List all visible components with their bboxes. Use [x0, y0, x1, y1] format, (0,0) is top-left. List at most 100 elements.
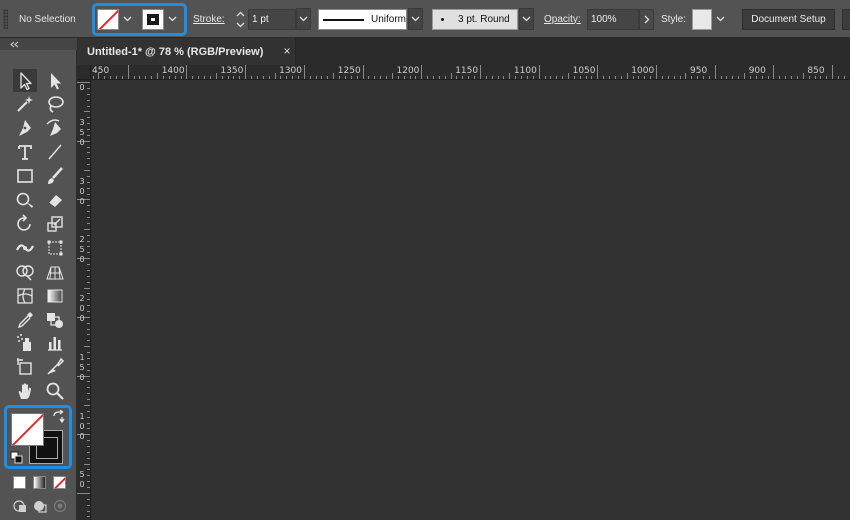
rotate-tool[interactable]: [13, 212, 37, 235]
ruler-tick: [87, 175, 90, 177]
curvature-icon: [46, 119, 61, 137]
preferences-button[interactable]: [842, 9, 850, 30]
shape-builder-tool[interactable]: [13, 260, 37, 283]
ruler-tick: [251, 76, 252, 79]
ruler-tick: [87, 440, 90, 442]
magic-wand-tool[interactable]: [13, 93, 37, 116]
draw-normal-icon[interactable]: [12, 498, 28, 514]
direct-selection-icon: [51, 72, 61, 89]
rectangle-tool[interactable]: [13, 165, 37, 188]
none-mode-icon[interactable]: [53, 476, 66, 489]
symbol-sprayer-tool[interactable]: [13, 332, 37, 355]
pen-tool[interactable]: [13, 117, 37, 140]
horizontal-ruler[interactable]: 450 1400 1350 1300 1250 1200 1150 1100 1050 1000 9…: [91, 65, 850, 80]
direct-selection-tool[interactable]: [43, 69, 67, 92]
eyedropper-icon: [17, 311, 33, 328]
stroke-label[interactable]: Stroke:: [193, 0, 225, 38]
artboard-tool[interactable]: [13, 356, 37, 379]
gradient-mode-icon[interactable]: [33, 476, 46, 489]
stroke-weight-field[interactable]: 1 pt: [248, 9, 296, 30]
chevron-up-icon[interactable]: [236, 11, 245, 17]
variable-width-profile[interactable]: Uniform: [318, 9, 407, 30]
ruler-tick: [87, 305, 90, 307]
opacity-label[interactable]: Opacity:: [544, 0, 581, 38]
scale-tool[interactable]: [43, 212, 67, 235]
brush-definition[interactable]: 3 pt. Round: [432, 9, 518, 30]
type-tool[interactable]: [13, 141, 37, 164]
shaper-tool[interactable]: [13, 189, 37, 212]
ruler-tick: [638, 76, 640, 79]
chevron-down-icon[interactable]: [236, 22, 245, 28]
ruler-tick: [550, 76, 552, 79]
gradient-tool[interactable]: [43, 284, 67, 307]
ruler-tick: [87, 487, 90, 488]
stroke-swatch[interactable]: [142, 9, 164, 30]
ruler-tick: [186, 65, 188, 79]
document-setup-button[interactable]: Document Setup: [742, 9, 835, 30]
ruler-tick: [87, 234, 90, 236]
stroke-weight-dropdown[interactable]: [296, 8, 311, 30]
hand-icon: [18, 383, 31, 400]
lasso-tool[interactable]: [43, 93, 67, 116]
opacity-field[interactable]: 100%: [587, 9, 639, 30]
draw-inside-icon[interactable]: [52, 498, 68, 514]
ruler-label: 0: [79, 314, 85, 324]
profile-dropdown[interactable]: [408, 8, 423, 30]
chevron-down-icon: [716, 16, 725, 22]
selection-icon: [20, 71, 32, 90]
slice-tool[interactable]: [43, 356, 67, 379]
ruler-tick: [233, 76, 235, 79]
zoom-tool[interactable]: [43, 380, 67, 403]
perspective-grid-tool[interactable]: [43, 260, 67, 283]
ruler-label: 0: [79, 196, 85, 206]
vertical-ruler[interactable]: 035030025020015010050: [77, 80, 91, 520]
pen-icon: [19, 120, 31, 137]
free-transform-tool[interactable]: [43, 236, 67, 259]
ruler-tick: [87, 105, 90, 107]
ruler-tick: [761, 76, 763, 79]
blend-tool[interactable]: [43, 308, 67, 331]
color-mode-icon[interactable]: [13, 476, 26, 489]
fill-dropdown[interactable]: [120, 8, 135, 30]
opacity-flyout-button[interactable]: [639, 9, 654, 30]
document-tab[interactable]: Untitled-1* @ 78 % (RGB/Preview): [77, 38, 296, 65]
graphic-style-swatch[interactable]: [692, 9, 712, 30]
ruler-tick: [603, 76, 605, 79]
brush-dropdown[interactable]: [519, 8, 534, 30]
ruler-origin[interactable]: [77, 65, 91, 80]
style-dropdown[interactable]: [713, 8, 728, 30]
panel-grip[interactable]: [3, 9, 8, 29]
stroke-weight-spinner[interactable]: [232, 9, 248, 30]
ruler-tick: [280, 76, 282, 79]
ruler-tick: [755, 76, 757, 79]
hand-tool[interactable]: [13, 380, 37, 403]
ruler-tick: [84, 346, 90, 348]
selection-tool[interactable]: [13, 69, 37, 92]
ruler-tick: [685, 73, 687, 79]
artboard-canvas[interactable]: [92, 81, 850, 520]
ruler-tick: [609, 76, 610, 79]
column-graph-tool[interactable]: [43, 332, 67, 355]
ruler-label: 5: [79, 245, 85, 255]
paintbrush-tool[interactable]: [43, 165, 67, 188]
eraser-tool[interactable]: [43, 189, 67, 212]
fill-swatch[interactable]: [97, 9, 119, 30]
ruler-label: 2: [79, 294, 85, 304]
swap-fill-stroke-icon[interactable]: [52, 410, 66, 424]
curvature-tool[interactable]: [43, 117, 67, 140]
ruler-label: 0: [79, 186, 85, 196]
close-icon[interactable]: ×: [280, 44, 294, 58]
draw-behind-icon[interactable]: [32, 498, 48, 514]
rotate-icon: [17, 214, 31, 231]
eyedropper-tool[interactable]: [13, 308, 37, 331]
line-segment-tool[interactable]: [43, 141, 67, 164]
stroke-dropdown[interactable]: [165, 8, 180, 30]
default-fill-stroke-icon[interactable]: [10, 451, 23, 464]
shape-builder-icon: [16, 264, 34, 281]
mesh-tool[interactable]: [13, 284, 37, 307]
magic-wand-icon: [17, 96, 33, 113]
width-tool[interactable]: [13, 236, 37, 259]
ruler-tick: [485, 76, 487, 79]
collapse-panel-button[interactable]: [0, 38, 77, 50]
fill-indicator[interactable]: [11, 413, 44, 446]
